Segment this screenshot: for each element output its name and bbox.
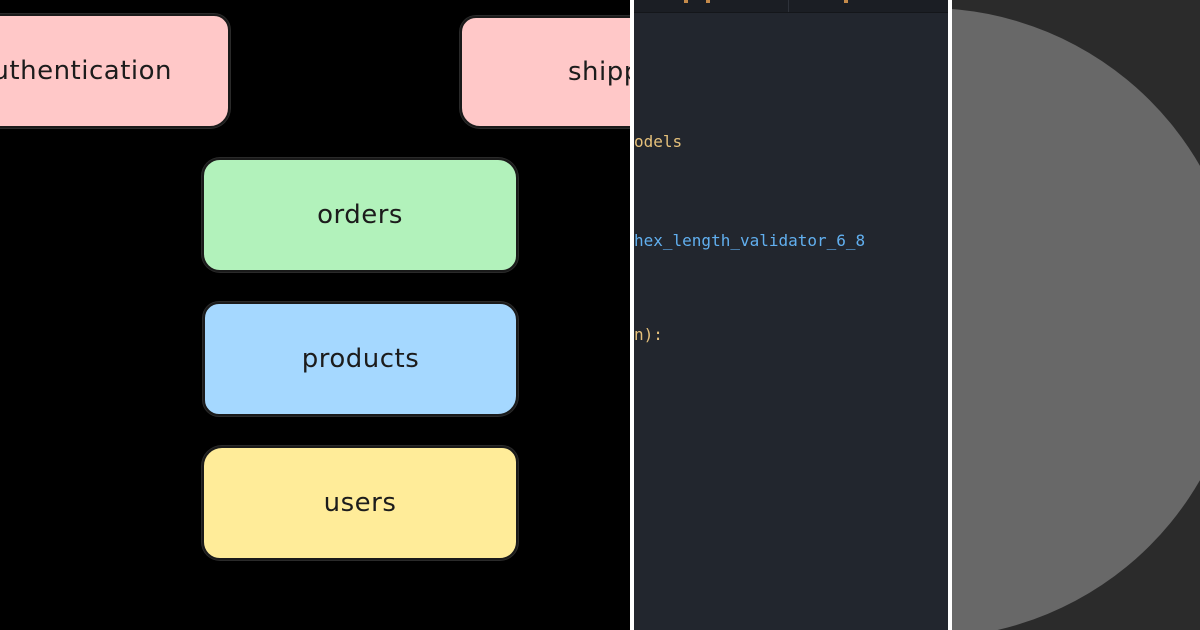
users-module-box: users (202, 446, 518, 560)
code-editor: odels hex_length_validator_6_8 n): (634, 0, 948, 630)
users-module-label: users (323, 488, 397, 518)
code-line-validator: hex_length_validator_6_8 (634, 231, 866, 250)
tab-accent-mark (844, 0, 848, 3)
shipping-module-box: shipp (460, 16, 630, 128)
code-line-models: odels (634, 132, 683, 151)
authentication-module-box: uthentication (0, 14, 230, 128)
shipping-module-label: shipp (568, 57, 630, 87)
products-module-label: products (301, 344, 420, 374)
orders-module-box: orders (202, 158, 518, 272)
module-diagram: uthentication shipp orders products user… (0, 0, 630, 630)
orders-module-label: orders (317, 200, 403, 230)
code-line-signature: n): (634, 325, 663, 344)
tab-divider (788, 0, 789, 12)
products-module-box: products (203, 302, 518, 416)
avatar (952, 8, 1200, 630)
editor-tab-strip[interactable] (634, 0, 948, 13)
tab-accent-mark (684, 0, 688, 3)
authentication-module-label: uthentication (0, 56, 172, 86)
tab-accent-mark (706, 0, 710, 3)
avatar-panel (952, 0, 1200, 630)
